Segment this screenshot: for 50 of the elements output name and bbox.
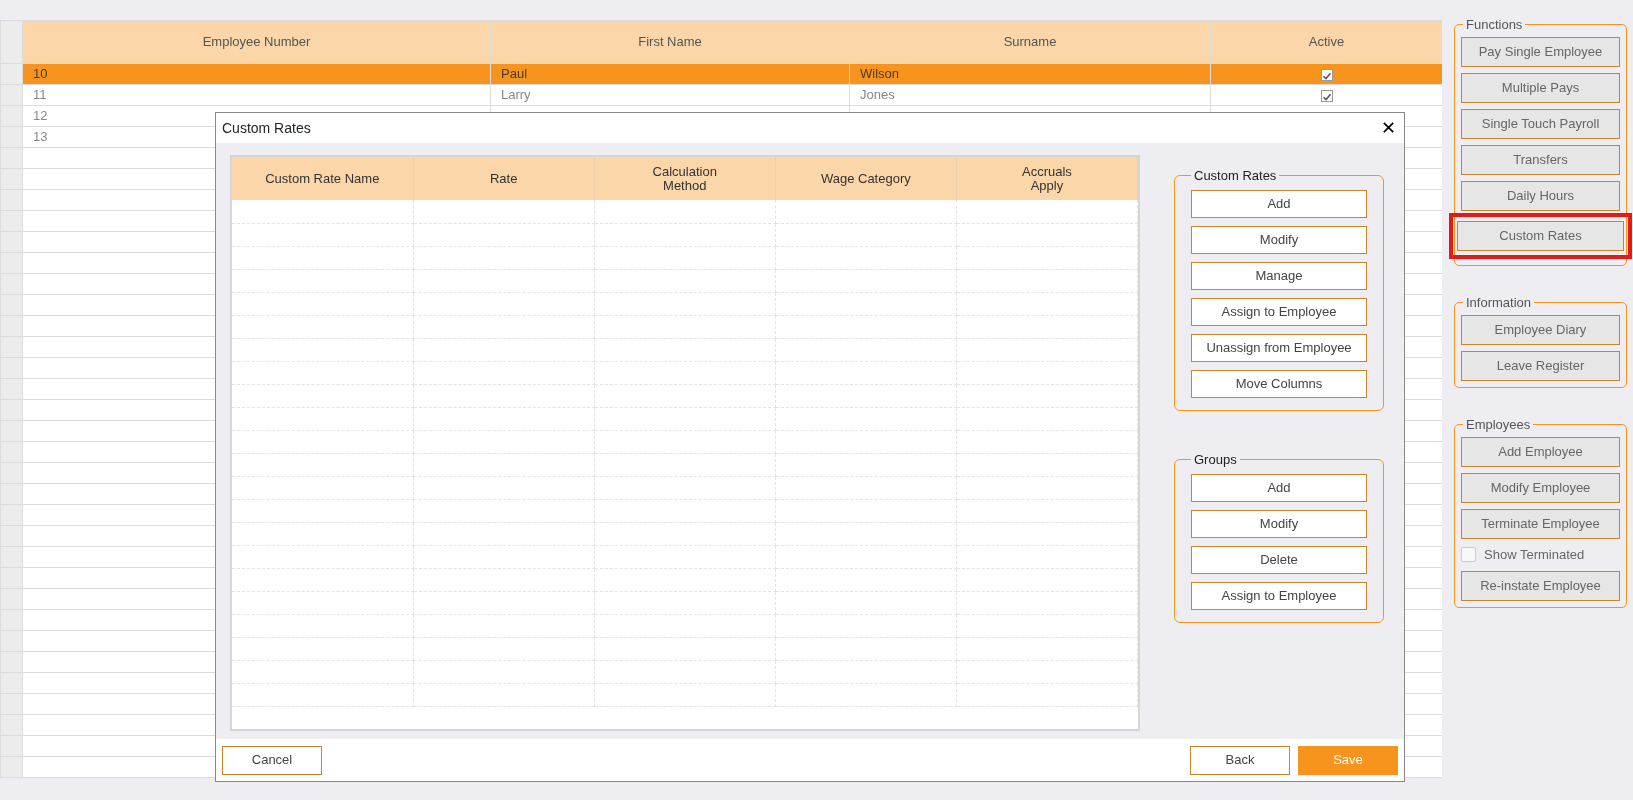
- table-cell: Jones: [860, 87, 895, 103]
- action-button[interactable]: Assign to Employee: [1191, 582, 1367, 610]
- action-button[interactable]: Move Columns: [1191, 370, 1367, 398]
- column-header[interactable]: First Name: [490, 20, 850, 64]
- table-cell: Wilson: [860, 66, 899, 82]
- action-button[interactable]: Modify: [1191, 226, 1367, 254]
- column-header[interactable]: Accruals Apply: [956, 157, 1138, 200]
- action-button[interactable]: Add: [1191, 474, 1367, 502]
- column-header[interactable]: Custom Rate Name: [232, 157, 414, 200]
- checkbox[interactable]: [1320, 69, 1333, 82]
- side-button[interactable]: Re-instate Employee: [1461, 570, 1620, 601]
- action-button[interactable]: Add: [1191, 190, 1367, 218]
- group-title: Functions: [1465, 18, 1524, 31]
- checkbox[interactable]: [1461, 547, 1476, 563]
- group-title: Groups: [1193, 453, 1238, 466]
- footer-button[interactable]: Cancel: [222, 745, 322, 775]
- table-cell: 10: [22, 63, 491, 85]
- table-row[interactable]: 11 Larry Jones: [0, 84, 1442, 106]
- action-button[interactable]: Modify: [1191, 510, 1367, 538]
- side-button[interactable]: Multiple Pays: [1461, 73, 1620, 103]
- table-cell: Larry: [501, 87, 531, 103]
- action-button[interactable]: Manage: [1191, 262, 1367, 290]
- column-header[interactable]: Rate: [413, 157, 595, 200]
- group-title: Employees: [1465, 418, 1532, 431]
- group-title: Custom Rates: [1193, 169, 1278, 182]
- table-cell: 11: [22, 84, 491, 106]
- column-header[interactable]: Employee Number: [22, 20, 491, 64]
- action-button[interactable]: Unassign from Employee: [1191, 334, 1367, 362]
- side-button[interactable]: Transfers: [1461, 145, 1620, 175]
- column-header[interactable]: Surname: [849, 20, 1211, 64]
- side-button[interactable]: Modify Employee: [1461, 473, 1620, 503]
- side-button[interactable]: Daily Hours: [1461, 181, 1620, 211]
- group-title: Information: [1465, 296, 1533, 309]
- column-header[interactable]: Calculation Method: [594, 157, 776, 200]
- checkbox[interactable]: [1320, 90, 1333, 103]
- side-button[interactable]: Add Employee: [1461, 437, 1620, 467]
- side-button[interactable]: Employee Diary: [1461, 315, 1620, 345]
- side-button[interactable]: Single Touch Payroll: [1461, 109, 1620, 139]
- table-cell: Paul: [501, 66, 528, 82]
- side-button[interactable]: Terminate Employee: [1461, 509, 1620, 539]
- column-header[interactable]: Active: [1210, 20, 1442, 64]
- footer-button[interactable]: Back: [1190, 745, 1290, 775]
- table-row[interactable]: 10 Paul Wilson: [0, 63, 1442, 85]
- action-button[interactable]: Assign to Employee: [1191, 298, 1367, 326]
- action-button[interactable]: Delete: [1191, 546, 1367, 574]
- checkbox-label[interactable]: Show Terminated: [1484, 545, 1585, 565]
- side-button[interactable]: Pay Single Employee: [1461, 37, 1620, 67]
- side-button[interactable]: Leave Register: [1461, 351, 1620, 381]
- column-header[interactable]: Wage Category: [775, 157, 957, 200]
- side-button[interactable]: Custom Rates: [1457, 221, 1624, 251]
